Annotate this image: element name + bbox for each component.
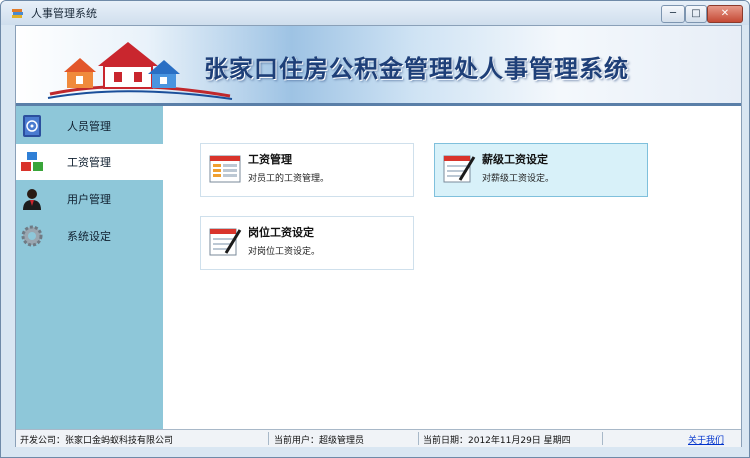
card-title: 薪级工资设定 — [482, 153, 548, 166]
status-divider — [418, 432, 419, 445]
card-description: 对薪级工资设定。 — [482, 174, 555, 184]
status-divider — [268, 432, 269, 445]
spreadsheet-pen-icon — [209, 228, 242, 256]
card-title: 岗位工资设定 — [248, 226, 314, 239]
status-divider — [602, 432, 603, 445]
user-icon — [23, 189, 41, 210]
app-icon — [12, 9, 23, 18]
status-date: 当前日期：2012年11月29日 星期四 — [423, 436, 571, 446]
card-description: 对员工的工资管理。 — [248, 174, 330, 184]
card-title: 工资管理 — [248, 153, 292, 166]
card-pay-grade-setting[interactable]: 薪级工资设定 对薪级工资设定。 — [434, 143, 648, 197]
window-title: 人事管理系统 — [31, 7, 97, 20]
card-salary-management[interactable]: 工资管理 对员工的工资管理。 — [200, 143, 414, 197]
person-book-icon — [23, 115, 41, 137]
sidebar: 人员管理 工资管理 用户管理 系统设定 — [16, 106, 163, 429]
spreadsheet-pen-icon — [443, 155, 476, 183]
gear-icon — [21, 225, 43, 247]
title-bar[interactable]: 人事管理系统 ─ □ ✕ — [1, 1, 749, 25]
sidebar-item-label: 工资管理 — [67, 156, 111, 169]
maximize-button[interactable]: □ — [685, 5, 707, 23]
app-window: 人事管理系统 ─ □ ✕ 张家口住房公积金管理处人事管理系统 人员管理 工资管理… — [0, 0, 750, 458]
sidebar-item-label: 人员管理 — [67, 120, 111, 133]
sidebar-item-label: 系统设定 — [67, 230, 111, 243]
status-company: 开发公司：张家口金蚂蚁科技有限公司 — [20, 436, 174, 446]
sidebar-item-settings[interactable]: 系统设定 — [16, 218, 163, 254]
sidebar-item-salary[interactable]: 工资管理 — [16, 144, 163, 180]
header-banner: 张家口住房公积金管理处人事管理系统 — [16, 26, 741, 103]
client-area: 张家口住房公积金管理处人事管理系统 人员管理 工资管理 用户管理 系统设定 工资… — [15, 25, 742, 447]
card-description: 对岗位工资设定。 — [248, 247, 321, 257]
status-user: 当前用户：超级管理员 — [274, 436, 365, 446]
card-position-salary-setting[interactable]: 岗位工资设定 对岗位工资设定。 — [200, 216, 414, 270]
about-us-link[interactable]: 关于我们 — [688, 433, 724, 446]
spreadsheet-icon — [209, 155, 241, 183]
close-button[interactable]: ✕ — [707, 5, 743, 23]
sidebar-item-personnel[interactable]: 人员管理 — [16, 108, 163, 144]
main-panel: 工资管理 对员工的工资管理。 薪级工资设定 对薪级工资设定。 岗位工资设定 对岗… — [163, 106, 741, 429]
sidebar-item-users[interactable]: 用户管理 — [16, 181, 163, 217]
banner-title: 张家口住房公积金管理处人事管理系统 — [204, 55, 629, 83]
sidebar-item-label: 用户管理 — [67, 193, 111, 206]
status-bar: 开发公司：张家口金蚂蚁科技有限公司 当前用户：超级管理员 当前日期：2012年1… — [16, 429, 741, 447]
minimize-button[interactable]: ─ — [661, 5, 685, 23]
blocks-icon — [21, 152, 43, 171]
